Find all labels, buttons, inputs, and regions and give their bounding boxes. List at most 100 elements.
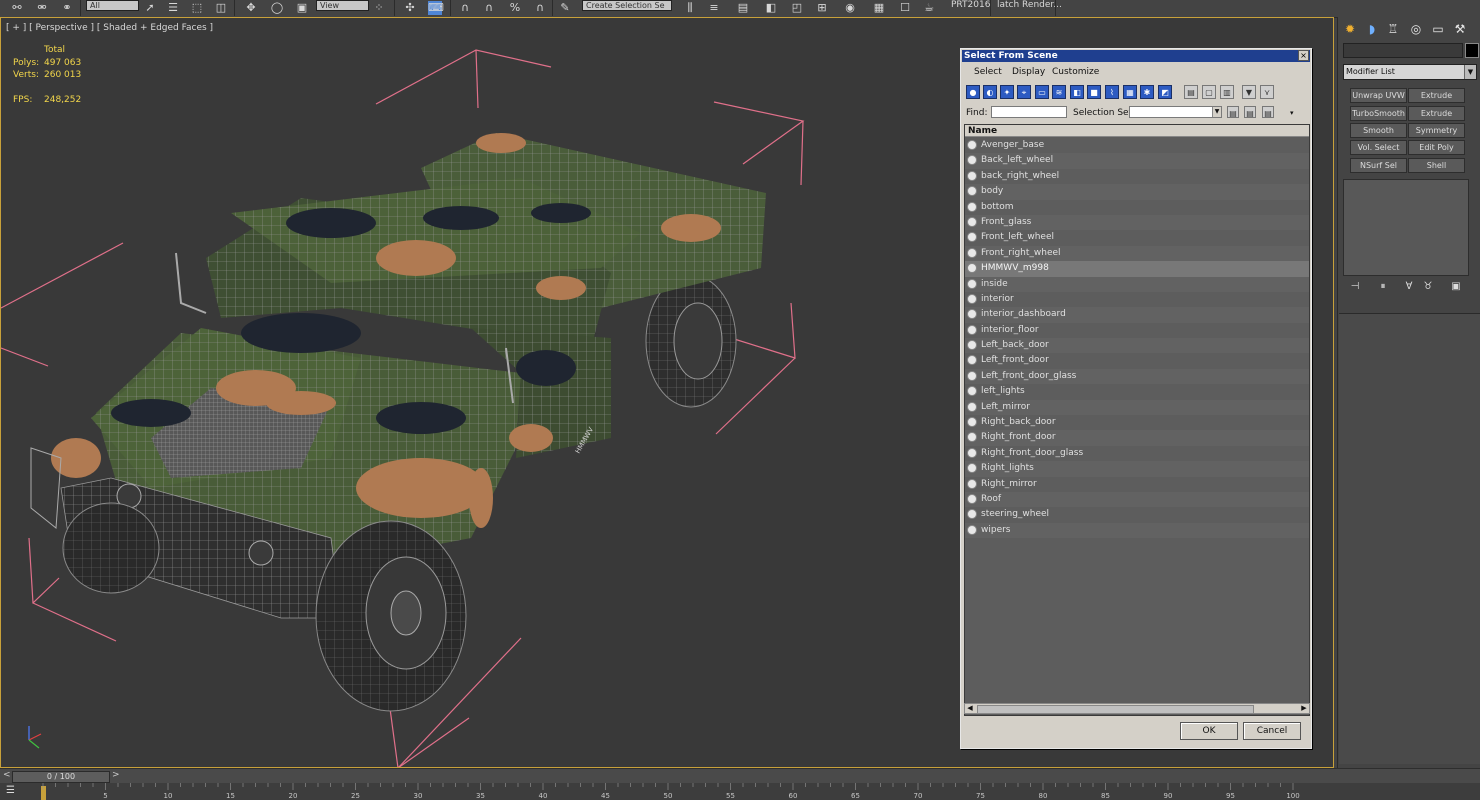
create-tab-icon[interactable]: ✹ [1341, 21, 1359, 37]
modifier-button-turbosmooth[interactable]: TurboSmooth [1350, 106, 1407, 121]
angle-snap-icon[interactable]: ∩ [482, 1, 496, 15]
object-color-swatch[interactable] [1465, 43, 1479, 58]
list-item[interactable]: Right_front_door_glass [965, 446, 1309, 461]
hierarchy-tab-icon[interactable]: ♖ [1384, 21, 1402, 37]
edit-named-selection-icon[interactable]: ✎ [558, 1, 572, 15]
spinner-snap-icon[interactable]: ∩ [533, 1, 547, 15]
close-icon[interactable]: × [1298, 50, 1309, 61]
modifier-button-shell[interactable]: Shell [1408, 158, 1465, 173]
curve-editor-icon[interactable]: ◰ [790, 1, 804, 15]
modify-tab-icon[interactable]: ◗ [1363, 21, 1381, 37]
remove-from-selection-set-icon[interactable]: ▤ [1262, 106, 1274, 118]
list-item[interactable]: Left_mirror [965, 399, 1309, 416]
render-setup-icon[interactable]: ▦ [872, 1, 886, 15]
list-item[interactable]: steering_wheel [965, 507, 1309, 522]
modifier-list-dropdown[interactable]: Modifier List ▼ [1343, 64, 1477, 80]
list-item[interactable]: Right_back_door [965, 415, 1309, 430]
list-item[interactable]: Right_front_door [965, 430, 1309, 446]
snaps-toggle-icon[interactable]: ∩ [458, 1, 472, 15]
display-helpers-icon[interactable]: ▭ [1035, 85, 1049, 99]
list-item[interactable]: Left_front_door [965, 353, 1309, 368]
list-item[interactable]: Front_glass [965, 214, 1309, 231]
bind-space-warp-icon[interactable]: ⚭ [60, 1, 74, 15]
rectangular-selection-icon[interactable]: ⬚ [190, 1, 204, 15]
scroll-right-icon[interactable]: ▶ [1299, 704, 1309, 713]
scrollbar-thumb[interactable] [977, 705, 1254, 714]
list-item[interactable]: Front_right_wheel [965, 245, 1309, 262]
create-selection-set-icon[interactable]: ▤ [1227, 106, 1239, 118]
modifier-button-extrude-2[interactable]: Extrude [1408, 106, 1465, 121]
list-item[interactable]: body [965, 184, 1309, 200]
modifier-button-nsurf-sel[interactable]: NSurf Sel [1350, 158, 1407, 173]
layer-manager-icon[interactable]: ▤ [736, 1, 750, 15]
filter-icon[interactable]: ▼ [1242, 85, 1256, 99]
list-item[interactable]: interior_dashboard [965, 307, 1309, 323]
display-cameras-icon[interactable]: ⌖ [1017, 85, 1031, 99]
add-to-selection-set-icon[interactable]: ▤ [1244, 106, 1256, 118]
configure-modifier-sets-icon[interactable]: ▣ [1448, 280, 1464, 294]
material-editor-icon[interactable]: ◉ [843, 1, 857, 15]
prt-label[interactable]: PRT2016 [951, 0, 990, 11]
reference-coordinate-combo[interactable]: View [316, 0, 369, 11]
display-invert-icon[interactable]: ▥ [1220, 85, 1234, 99]
cancel-button[interactable]: Cancel [1243, 722, 1301, 740]
modifier-button-symmetry[interactable]: Symmetry [1408, 123, 1465, 138]
make-unique-icon[interactable]: ∀ [1401, 280, 1417, 294]
window-crossing-icon[interactable]: ◫ [214, 1, 228, 15]
select-object-icon[interactable]: ➚ [143, 1, 157, 15]
display-containers-icon[interactable]: ▦ [1123, 85, 1137, 99]
track-bar[interactable]: ☰ 5 10 15 20 25 30 35 40 45 50 55 60 65 70 75 80 85 90 95 1… [0, 783, 1480, 800]
list-item[interactable]: Right_mirror [965, 477, 1309, 492]
list-item[interactable]: Front_left_wheel [965, 230, 1309, 245]
list-item[interactable]: Left_front_door_glass [965, 368, 1309, 385]
filter-options-icon[interactable]: ⋎ [1260, 85, 1274, 99]
modifier-button-extrude[interactable]: Extrude [1408, 88, 1465, 103]
pin-stack-icon[interactable]: ⊣ [1347, 280, 1363, 294]
percent-snap-icon[interactable]: % [508, 1, 522, 15]
time-prev-arrow[interactable]: < [3, 770, 11, 780]
list-item[interactable]: Left_back_door [965, 338, 1309, 354]
motion-tab-icon[interactable]: ◎ [1407, 21, 1425, 37]
list-item[interactable]: bottom [965, 200, 1309, 215]
rotate-icon[interactable]: ◯ [270, 1, 284, 15]
selection-set-dropdown[interactable]: ▼ [1129, 106, 1222, 118]
list-item[interactable]: Avenger_base [965, 138, 1309, 153]
keyboard-shortcut-override-icon[interactable]: ⌨ [428, 1, 444, 15]
modifier-stack-list[interactable] [1343, 179, 1469, 276]
object-name-field[interactable] [1343, 43, 1463, 58]
mirror-icon[interactable]: ⫼ [683, 1, 697, 15]
unlink-icon[interactable]: ⚮ [35, 1, 49, 15]
modifier-button-vol-select[interactable]: Vol. Select [1350, 140, 1407, 155]
align-icon[interactable]: ≡ [707, 1, 721, 15]
list-item[interactable]: Roof [965, 491, 1309, 508]
list-item[interactable]: left_lights [965, 384, 1309, 399]
list-item[interactable]: back_right_wheel [965, 169, 1309, 184]
display-frozen-icon[interactable]: ✱ [1140, 85, 1154, 99]
list-item[interactable]: inside [965, 276, 1309, 292]
pivot-center-icon[interactable]: ⁘ [372, 1, 386, 15]
move-icon[interactable]: ✥ [244, 1, 258, 15]
menu-customize[interactable]: Customize [1052, 67, 1099, 77]
list-item[interactable]: Right_lights [965, 461, 1309, 477]
batch-render-label[interactable]: latch Render... [997, 0, 1062, 11]
schematic-view-icon[interactable]: ⊞ [815, 1, 829, 15]
display-shapes-icon[interactable]: ◐ [983, 85, 997, 99]
ok-button[interactable]: OK [1180, 722, 1238, 740]
list-item[interactable]: interior_floor [965, 323, 1309, 338]
select-by-name-icon[interactable]: ☰ [166, 1, 180, 15]
scale-icon[interactable]: ▣ [295, 1, 309, 15]
horizontal-scrollbar[interactable]: ◀ ▶ [964, 703, 1310, 714]
modifier-button-edit-poly[interactable]: Edit Poly [1408, 140, 1465, 155]
rendered-frame-window-icon[interactable]: ☐ [898, 1, 912, 15]
select-manipulate-icon[interactable]: ✣ [403, 1, 417, 15]
display-bones-icon[interactable]: ⌇ [1105, 85, 1119, 99]
column-header-name[interactable]: Name [965, 125, 1309, 137]
list-item[interactable]: wipers [965, 522, 1309, 539]
find-input[interactable] [991, 106, 1067, 118]
modifier-button-smooth[interactable]: Smooth [1350, 123, 1407, 138]
menu-display[interactable]: Display [1012, 67, 1045, 77]
display-hidden-icon[interactable]: ◩ [1158, 85, 1172, 99]
time-slider[interactable]: 0 / 100 [12, 771, 110, 783]
graphite-modeling-tools-icon[interactable]: ◧ [764, 1, 778, 15]
display-tab-icon[interactable]: ▭ [1429, 21, 1447, 37]
